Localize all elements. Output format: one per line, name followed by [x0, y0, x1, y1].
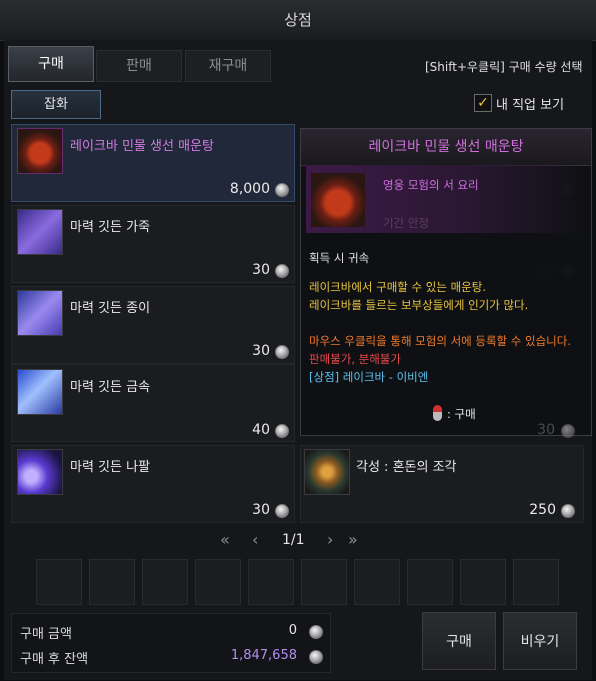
silver-coin-icon: [275, 183, 289, 197]
tab-rebuy[interactable]: 재구매: [185, 50, 271, 82]
item-name: 마력 깃든 금속: [70, 380, 151, 395]
last-page-icon[interactable]: »: [348, 530, 358, 549]
tooltip-desc-line1: 레이크바에서 구매할 수 있는 매운탕.: [309, 280, 486, 294]
fish-stew-icon: [311, 173, 365, 227]
tooltip-category: 영웅 모험의 서 요리: [383, 178, 479, 192]
item-price: 30: [252, 502, 270, 518]
item-name: 마력 깃든 나팔: [70, 460, 151, 475]
item-price: 250: [529, 502, 556, 518]
clear-button[interactable]: 비우기: [503, 612, 577, 670]
silver-coin-icon: [309, 650, 323, 664]
chaos-fragment-icon: [304, 449, 350, 495]
enchanted-horn-icon: [17, 449, 63, 495]
item-name: 마력 깃든 가죽: [70, 220, 151, 235]
cart-slot[interactable]: [248, 559, 294, 605]
mouse-right-click-icon: [433, 405, 442, 421]
fish-stew-icon: [17, 128, 63, 174]
balance-after-label: 구매 후 잔액: [20, 652, 89, 667]
cart-slot[interactable]: [513, 559, 559, 605]
cart-slot[interactable]: [407, 559, 453, 605]
silver-coin-icon: [561, 504, 575, 518]
tooltip-faded-text: 기간 안정: [383, 216, 429, 230]
tooltip-restriction-disassemble: 분해불가: [358, 352, 401, 366]
cart-slot[interactable]: [460, 559, 506, 605]
silver-coin-icon: [309, 625, 323, 639]
enchanted-metal-icon: [17, 369, 63, 415]
category-button[interactable]: 잡화: [11, 90, 101, 119]
cart-slot[interactable]: [354, 559, 400, 605]
silver-coin-icon: [561, 424, 575, 438]
cart-slot[interactable]: [142, 559, 188, 605]
page-indicator: 1/1: [282, 532, 305, 548]
prev-page-icon[interactable]: ‹: [252, 530, 258, 549]
window-title: 상점: [0, 0, 596, 41]
item-price: 30: [252, 262, 270, 278]
tooltip-register-note: 마우스 우클릭을 통해 모험의 서에 등록할 수 있습니다.: [309, 334, 572, 348]
item-name: 각성 : 혼돈의 조각: [356, 460, 457, 475]
silver-coin-icon: [275, 504, 289, 518]
enchanted-paper-icon: [17, 290, 63, 336]
cart-slot[interactable]: [301, 559, 347, 605]
tooltip-bind: 획득 시 귀속: [309, 251, 370, 265]
first-page-icon[interactable]: «: [220, 530, 230, 549]
hidden-item-price: 30: [537, 422, 555, 438]
cart-slot[interactable]: [195, 559, 241, 605]
tab-buy[interactable]: 구매: [8, 46, 94, 82]
tooltip-restrictions: 판매불가, 분해불가: [309, 351, 401, 367]
tooltip-restriction-sell: 판매불가: [309, 352, 352, 366]
item-name: 레이크바 민물 생선 매운탕: [70, 139, 214, 154]
purchase-cost-label: 구매 금액: [20, 627, 72, 642]
enchanted-leather-icon: [17, 209, 63, 255]
item-tooltip: 레이크바 민물 생선 매운탕 영웅 모험의 서 요리 기간 안정 획득 시 귀속…: [300, 128, 592, 436]
tooltip-restriction-sep: ,: [351, 352, 359, 366]
tab-sell[interactable]: 판매: [96, 50, 182, 82]
job-filter-label: 내 직업 보기: [496, 98, 565, 113]
silver-coin-icon: [275, 264, 289, 278]
item-name: 마력 깃든 종이: [70, 301, 151, 316]
cart-slot[interactable]: [89, 559, 135, 605]
tooltip-desc-line2: 레이크바를 들르는 보부상들에게 인기가 많다.: [309, 298, 529, 312]
quantity-hint: [Shift+우클릭] 구매 수량 선택: [425, 60, 583, 74]
tooltip-action: : 구매: [447, 407, 476, 421]
balance-after-value: 1,847,658: [230, 648, 297, 663]
tooltip-title: 레이크바 민물 생선 매운탕: [301, 129, 591, 166]
cart-slot[interactable]: [36, 559, 82, 605]
tooltip-source: [상점] 레이크바 - 이비엔: [309, 370, 429, 384]
next-page-icon[interactable]: ›: [327, 530, 333, 549]
item-price: 30: [252, 343, 270, 359]
item-price: 8,000: [229, 181, 270, 197]
purchase-cost-value: 0: [288, 623, 297, 638]
silver-coin-icon: [275, 424, 289, 438]
silver-coin-icon: [275, 345, 289, 359]
item-price: 40: [252, 422, 270, 438]
job-filter-checkbox[interactable]: ✓: [474, 94, 492, 112]
buy-button[interactable]: 구매: [422, 612, 496, 670]
